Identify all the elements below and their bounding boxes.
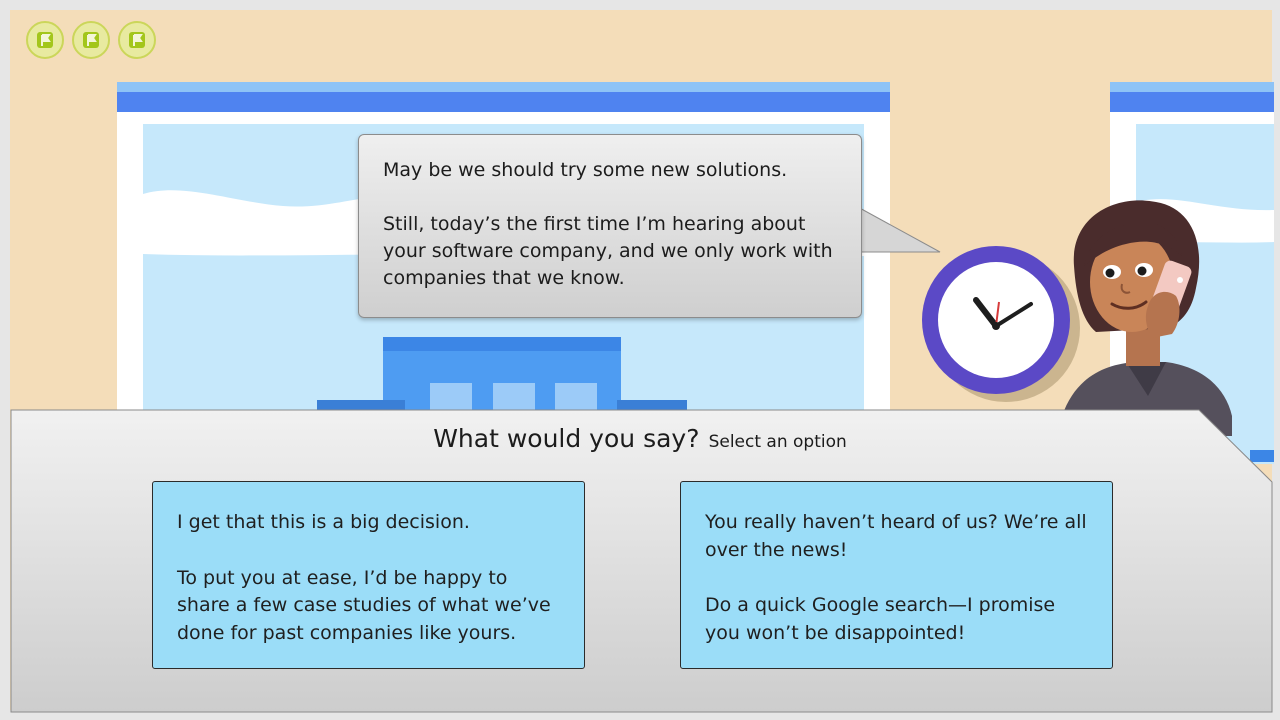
option-2-line-2: Do a quick Google search—I promise you w… [705, 594, 1056, 644]
option-2-line-1: You really haven’t heard of us? We’re al… [705, 511, 1087, 561]
option-1-line-1: I get that this is a big decision. [177, 511, 470, 533]
answer-option-2[interactable]: You really haven’t heard of us? We’re al… [680, 481, 1113, 669]
answer-option-1[interactable]: I get that this is a big decision. To pu… [152, 481, 585, 669]
scenario-screen: May be we should try some new solutions.… [0, 0, 1280, 720]
question-instruction: Select an option [708, 432, 847, 452]
question-heading: What would you say? Select an option [0, 424, 1280, 453]
option-1-line-2: To put you at ease, I’d be happy to shar… [177, 566, 551, 644]
question-title: What would you say? [433, 424, 700, 453]
